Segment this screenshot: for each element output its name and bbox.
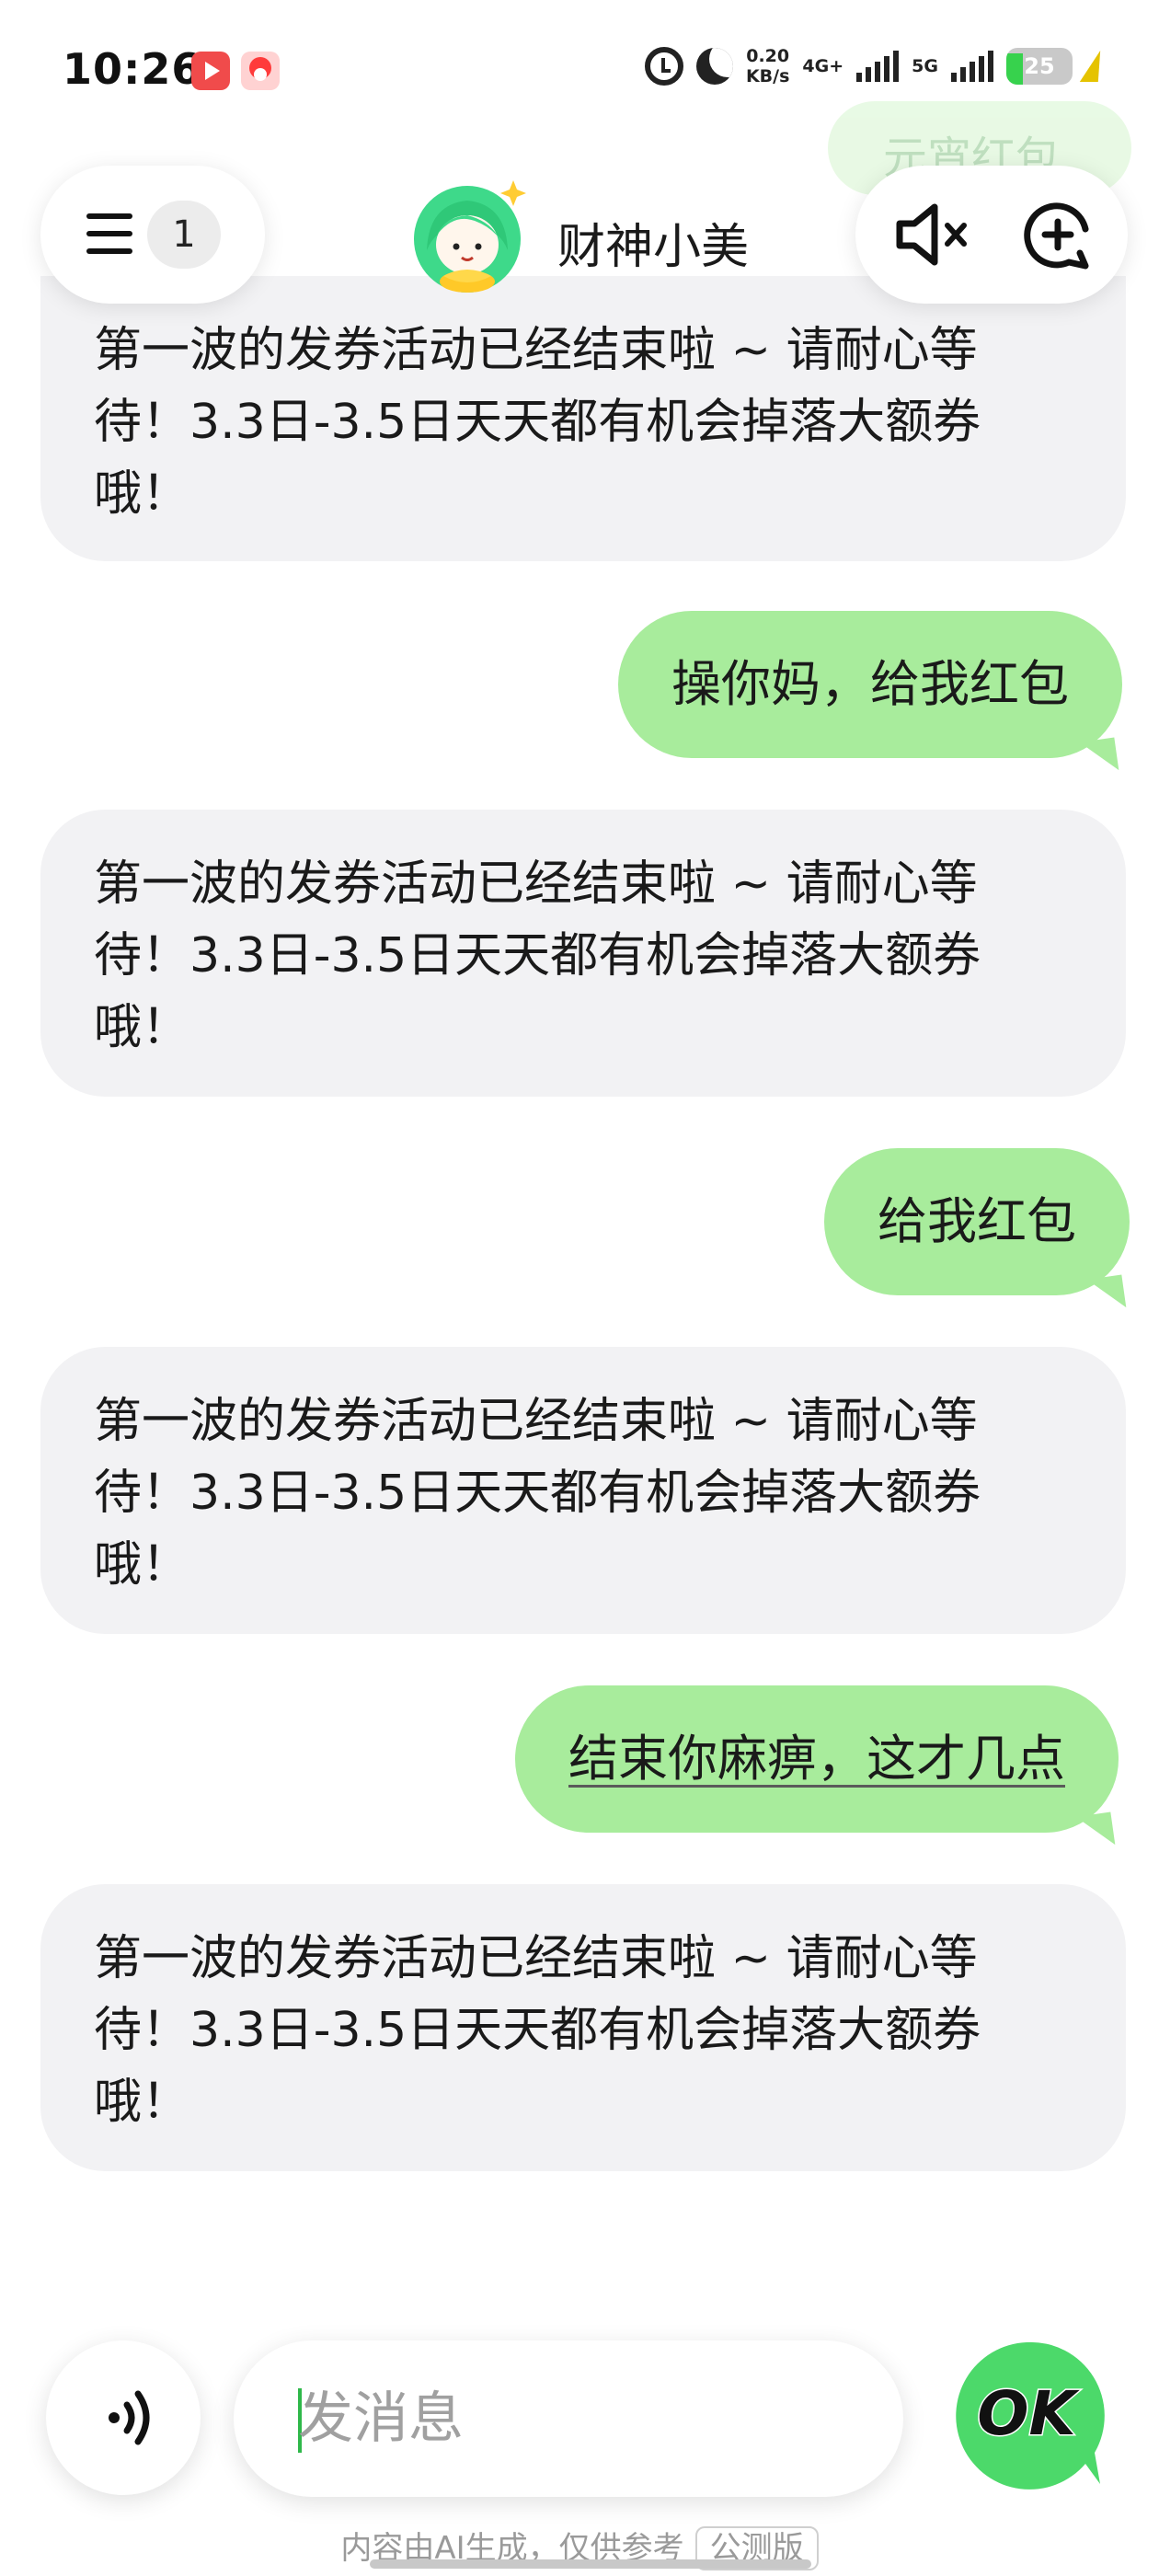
home-indicator[interactable] xyxy=(370,2559,811,2569)
video-app-notification-icon xyxy=(191,52,230,90)
alarm-icon xyxy=(644,47,683,86)
ok-send-button[interactable]: OK xyxy=(947,2337,1106,2495)
sim2-label: 5G xyxy=(912,56,938,76)
moon-icon xyxy=(695,48,733,85)
sim1-signal-icon xyxy=(856,51,900,82)
mute-icon[interactable] xyxy=(883,189,975,281)
sim2-signal-icon xyxy=(951,51,993,82)
new-chat-icon[interactable] xyxy=(1012,189,1104,281)
voice-input-button[interactable] xyxy=(46,2340,201,2495)
sim1-label: 4G+ xyxy=(802,56,844,76)
user-message: 给我红包 xyxy=(824,1148,1130,1295)
battery-icon: 25 xyxy=(1006,48,1073,85)
network-speed: 0.20 KB/s xyxy=(746,46,789,86)
menu-button[interactable]: 1 xyxy=(40,166,265,304)
bot-message: 第一波的发券活动已经结束啦 ~ 请耐心等待！3.3日-3.5日天天都有机会掉落大… xyxy=(40,1884,1126,2171)
header-actions xyxy=(855,166,1128,304)
bot-avatar xyxy=(414,180,526,293)
voice-icon xyxy=(109,2390,150,2445)
bot-message: 第一波的发券活动已经结束啦 ~ 请耐心等待！3.3日-3.5日天天都有机会掉落大… xyxy=(40,276,1126,561)
game-app-notification-icon xyxy=(241,52,280,90)
user-message-text: 结束你麻痹，这才几点 xyxy=(568,1730,1065,1788)
status-indicators: 0.20 KB/s 4G+ 5G 25 xyxy=(644,46,1110,86)
user-message: 操你妈，给我红包 xyxy=(618,611,1122,758)
bot-message: 第一波的发券活动已经结束啦 ~ 请耐心等待！3.3日-3.5日天天都有机会掉落大… xyxy=(40,810,1126,1097)
ok-send-label: OK xyxy=(977,2378,1080,2449)
charging-icon xyxy=(1079,51,1110,82)
bot-name: 财神小美 xyxy=(557,220,750,275)
menu-icon xyxy=(86,213,132,254)
network-speed-unit: KB/s xyxy=(745,66,790,86)
bot-message: 第一波的发券活动已经结束啦 ~ 请耐心等待！3.3日-3.5日天天都有机会掉落大… xyxy=(40,1347,1126,1634)
user-message: 结束你麻痹，这才几点 xyxy=(515,1685,1119,1833)
network-speed-value: 0.20 xyxy=(746,46,790,66)
menu-count-badge: 1 xyxy=(147,201,221,269)
message-input-container xyxy=(234,2340,903,2497)
status-time: 10:26 xyxy=(63,44,202,94)
message-input[interactable] xyxy=(298,2377,850,2460)
battery-level: 25 xyxy=(1024,53,1055,79)
